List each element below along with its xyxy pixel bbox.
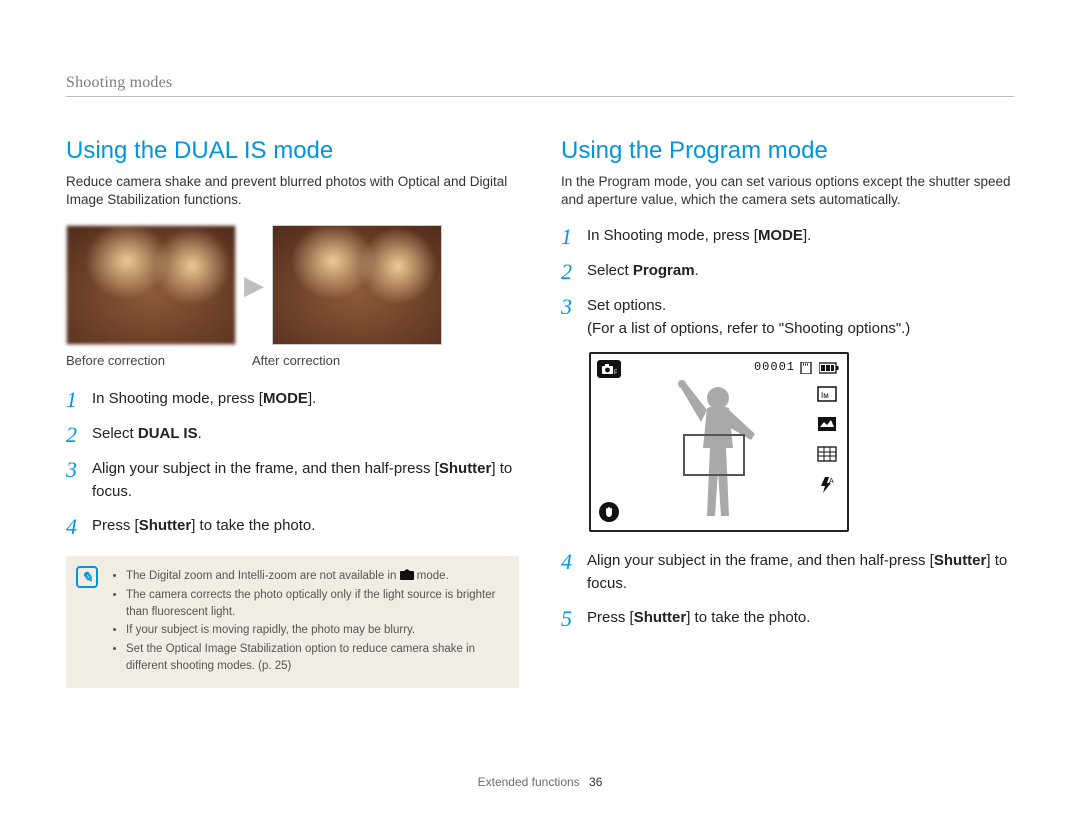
- photo-after: [272, 225, 442, 345]
- step-text: In Shooting mode, press [MODE].: [92, 388, 316, 411]
- note-item: If your subject is moving rapidly, the p…: [126, 622, 505, 639]
- breadcrumb: Shooting modes: [66, 74, 1014, 97]
- svg-text:Iм: Iм: [821, 391, 829, 400]
- section-title-dual-is: Using the DUAL IS mode: [66, 137, 519, 165]
- focus-frame: [683, 434, 745, 476]
- steps-program-b: 4 Align your subject in the frame, and t…: [561, 550, 1014, 630]
- page-footer: Extended functions 36: [0, 775, 1080, 789]
- step-text: In Shooting mode, press [MODE].: [587, 225, 811, 248]
- steps-dual-is: 1 In Shooting mode, press [MODE]. 2 Sele…: [66, 388, 519, 538]
- note-item: The Digital zoom and Intelli-zoom are no…: [126, 568, 505, 585]
- step-number: 4: [66, 515, 80, 538]
- sd-card-icon: [799, 362, 813, 374]
- step-text: Press [Shutter] to take the photo.: [92, 515, 315, 538]
- footer-section: Extended functions: [478, 775, 580, 789]
- step-number: 1: [561, 225, 575, 248]
- step-number: 2: [66, 423, 80, 446]
- svg-text:P: P: [614, 370, 617, 375]
- step-text: Align your subject in the frame, and the…: [587, 550, 1014, 595]
- dual-is-mode-icon: [400, 569, 414, 581]
- intro-program: In the Program mode, you can set various…: [561, 173, 1014, 209]
- note-item: The camera corrects the photo optically …: [126, 587, 505, 620]
- steps-program-a: 1 In Shooting mode, press [MODE]. 2 Sele…: [561, 225, 1014, 340]
- note-icon: ✎: [76, 566, 98, 588]
- caption-after: After correction: [252, 353, 340, 368]
- step-text: Set options. (For a list of options, ref…: [587, 295, 910, 340]
- step-number: 5: [561, 607, 575, 630]
- right-column: Using the Program mode In the Program mo…: [561, 137, 1014, 688]
- section-title-program: Using the Program mode: [561, 137, 1014, 165]
- step-number: 2: [561, 260, 575, 283]
- step-text: Press [Shutter] to take the photo.: [587, 607, 810, 630]
- photo-before: [66, 225, 236, 345]
- arrow-right-icon: ▶: [244, 270, 264, 301]
- step-number: 4: [561, 550, 575, 573]
- caption-before: Before correction: [66, 353, 244, 368]
- left-column: Using the DUAL IS mode Reduce camera sha…: [66, 137, 519, 688]
- hand-steady-icon: [599, 502, 619, 522]
- camera-p-icon: P: [597, 360, 621, 378]
- quality-icon: [817, 416, 837, 434]
- comparison-images: ▶: [66, 225, 519, 345]
- svg-text:A: A: [829, 478, 834, 485]
- step-number: 3: [66, 458, 80, 481]
- flash-auto-icon: A: [817, 476, 837, 494]
- grid-icon: [817, 446, 837, 464]
- size-14m-icon: Iм: [817, 386, 837, 404]
- step-text: Select Program.: [587, 260, 699, 283]
- step-text: Align your subject in the frame, and the…: [92, 458, 519, 503]
- page-number: 36: [589, 775, 602, 789]
- battery-icon: [819, 362, 839, 374]
- intro-dual-is: Reduce camera shake and prevent blurred …: [66, 173, 519, 209]
- step-number: 1: [66, 388, 80, 411]
- frame-counter: 00001: [754, 360, 795, 374]
- note-item: Set the Optical Image Stabilization opti…: [126, 641, 505, 674]
- note-box: ✎ The Digital zoom and Intelli-zoom are …: [66, 556, 519, 688]
- camera-lcd-preview: P 00001 Iм A: [589, 352, 849, 532]
- step-number: 3: [561, 295, 575, 318]
- step-text: Select DUAL IS.: [92, 423, 202, 446]
